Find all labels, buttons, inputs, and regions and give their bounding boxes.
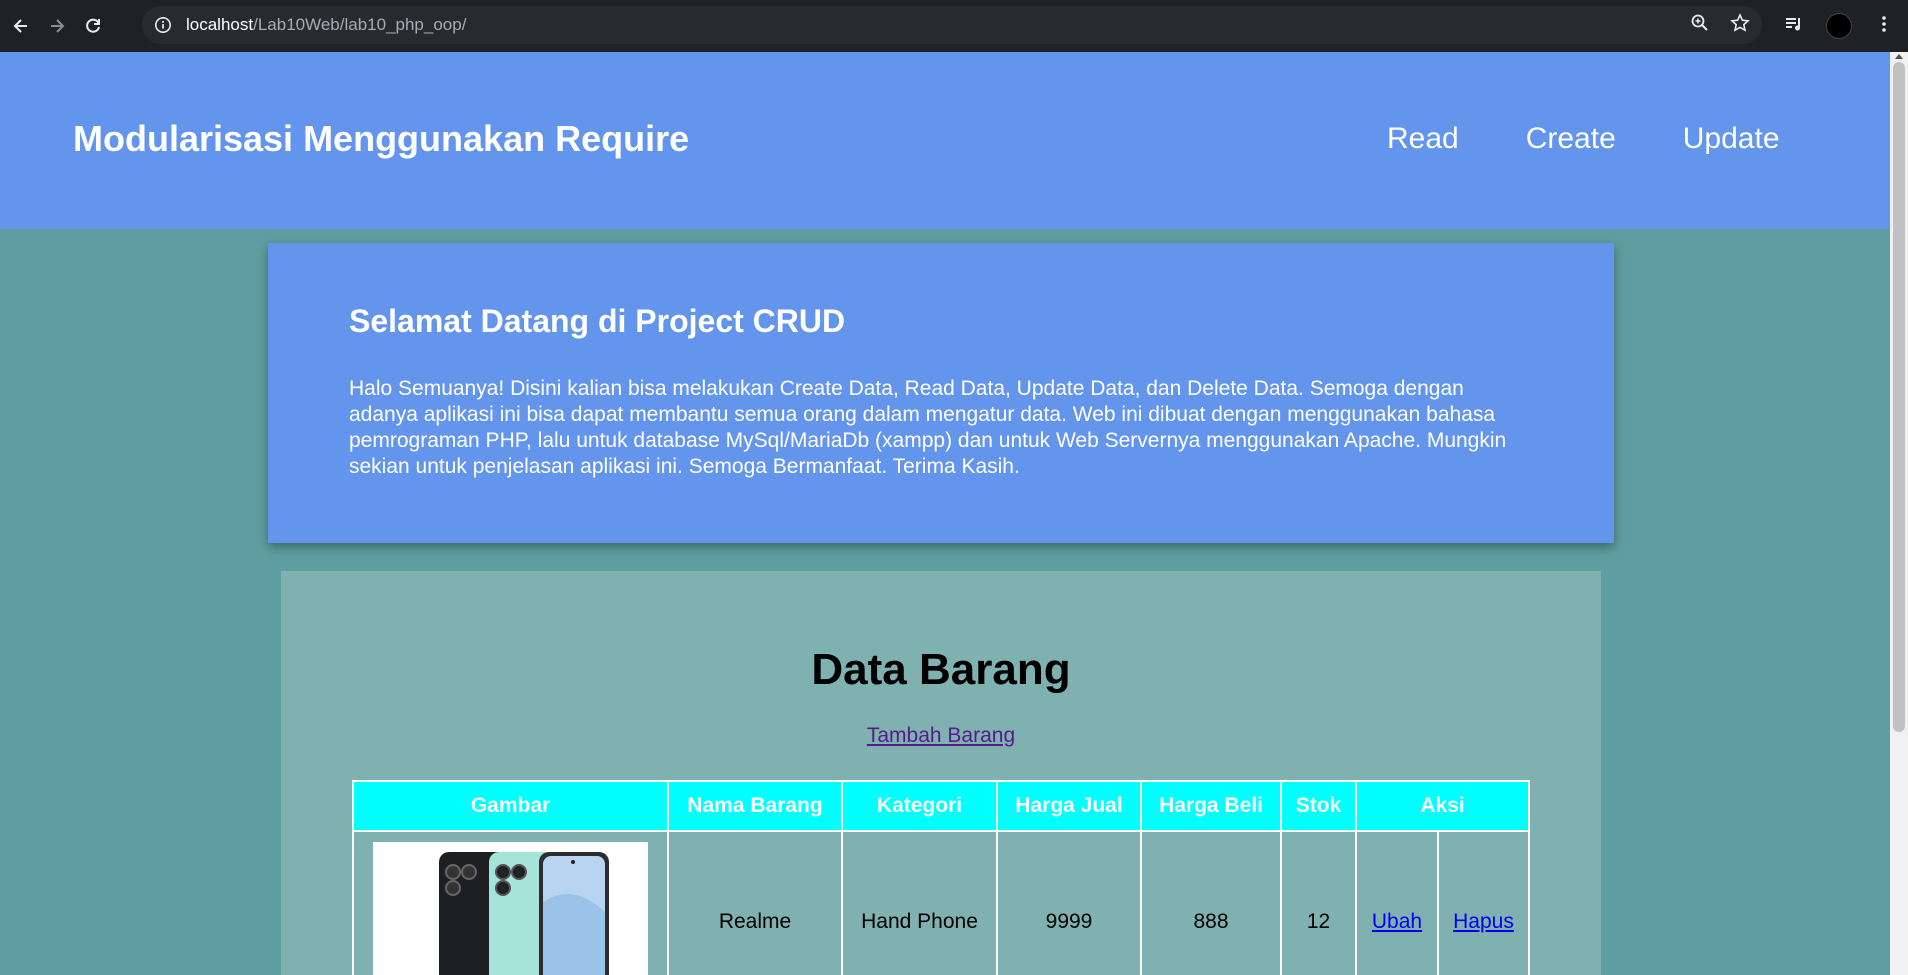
- col-harga-beli: Harga Beli: [1140, 780, 1282, 832]
- url-path: /Lab10Web/lab10_php_oop/: [253, 15, 467, 34]
- col-nama: Nama Barang: [667, 780, 843, 832]
- cell-nama: Realme: [667, 830, 843, 975]
- cell-harga-beli: 888: [1140, 830, 1282, 975]
- col-harga-jual: Harga Jual: [996, 780, 1142, 832]
- items-table: Gambar Nama Barang Kategori Harga Jual H…: [352, 780, 1530, 975]
- zoom-icon[interactable]: [1690, 13, 1710, 38]
- forward-icon[interactable]: [42, 11, 72, 41]
- reload-icon[interactable]: [78, 11, 108, 41]
- bookmark-star-icon[interactable]: [1730, 12, 1750, 38]
- cell-hapus: Hapus: [1437, 830, 1530, 975]
- cell-kategori: Hand Phone: [841, 830, 998, 975]
- col-stok: Stok: [1280, 780, 1357, 832]
- edit-link[interactable]: Ubah: [1372, 910, 1422, 933]
- add-link-wrap: Tambah Barang: [281, 724, 1601, 748]
- col-gambar: Gambar: [352, 780, 669, 832]
- col-aksi: Aksi: [1355, 780, 1530, 832]
- cell-harga-jual: 9999: [996, 830, 1142, 975]
- delete-link[interactable]: Hapus: [1453, 910, 1514, 933]
- nav-update[interactable]: Update: [1683, 122, 1780, 156]
- welcome-panel: Selamat Datang di Project CRUD Halo Semu…: [268, 243, 1614, 543]
- page-scrollbar[interactable]: [1890, 52, 1908, 975]
- site-brand: Modularisasi Menggunakan Require: [73, 118, 690, 159]
- welcome-title: Selamat Datang di Project CRUD: [349, 303, 846, 339]
- back-icon[interactable]: [6, 11, 36, 41]
- main-nav: Read Create Update: [1387, 122, 1780, 156]
- nav-read[interactable]: Read: [1387, 122, 1459, 156]
- site-header: Modularisasi Menggunakan Require Read Cr…: [0, 52, 1890, 229]
- table-row: Realme Hand Phone 9999 888 12 Ubah Hapus: [352, 830, 1530, 975]
- media-control-icon[interactable]: [1784, 14, 1804, 39]
- cell-stok: 12: [1280, 830, 1357, 975]
- address-bar[interactable]: localhost/Lab10Web/lab10_php_oop/: [142, 6, 1762, 44]
- col-kategori: Kategori: [841, 780, 998, 832]
- add-item-link[interactable]: Tambah Barang: [867, 724, 1015, 747]
- data-section: Data Barang Tambah Barang Gambar Nama Ba…: [281, 571, 1601, 975]
- scroll-up-icon[interactable]: [1895, 54, 1903, 59]
- scrollbar-thumb[interactable]: [1893, 62, 1905, 732]
- url-host: localhost: [186, 15, 254, 34]
- nav-create[interactable]: Create: [1526, 122, 1616, 156]
- browser-toolbar: localhost/Lab10Web/lab10_php_oop/: [0, 0, 1908, 52]
- data-title: Data Barang: [811, 645, 1071, 694]
- site-info-icon[interactable]: [152, 14, 174, 36]
- profile-avatar[interactable]: [1826, 13, 1852, 39]
- welcome-body: Halo Semuanya! Disini kalian bisa melaku…: [349, 377, 1507, 478]
- table-header-row: Gambar Nama Barang Kategori Harga Jual H…: [352, 780, 1530, 832]
- menu-kebab-icon[interactable]: [1874, 14, 1894, 39]
- cell-ubah: Ubah: [1355, 830, 1439, 975]
- cell-gambar: [352, 830, 669, 975]
- product-image: [373, 842, 648, 975]
- page-viewport: Modularisasi Menggunakan Require Read Cr…: [0, 52, 1890, 975]
- url-text[interactable]: localhost/Lab10Web/lab10_php_oop/: [186, 15, 466, 35]
